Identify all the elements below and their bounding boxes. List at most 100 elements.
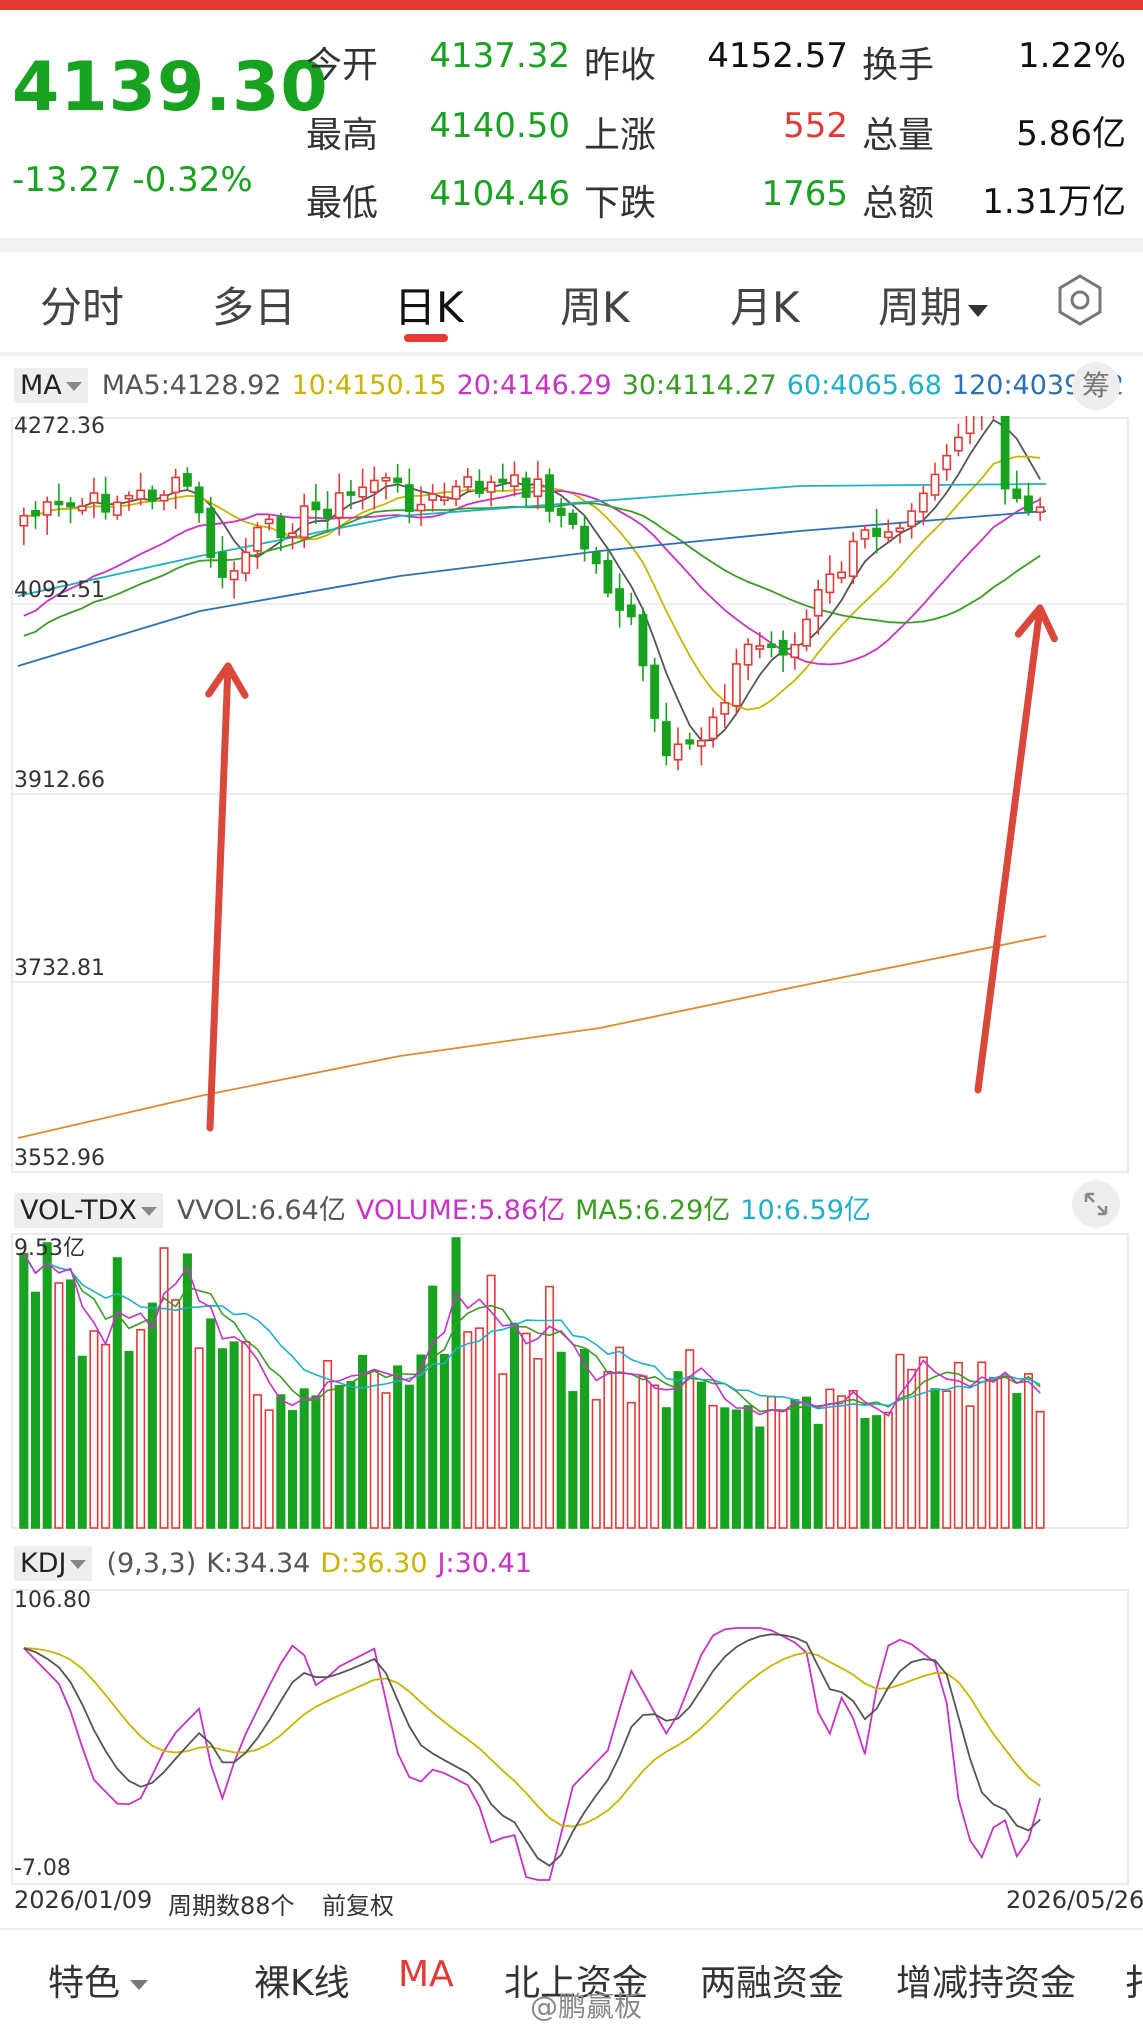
candle-body (428, 493, 438, 501)
volume-bar (743, 1405, 753, 1529)
volume-bar (720, 1407, 730, 1529)
quote-value: 4137.32 (429, 36, 570, 76)
candle-body (673, 743, 683, 761)
volume-bar (287, 1410, 298, 1529)
feature-menu[interactable]: 特色 (48, 1954, 149, 2006)
volume-chart[interactable] (0, 1232, 1143, 1532)
volume-bar (568, 1391, 578, 1529)
volume-bar (556, 1351, 566, 1529)
price-change: -13.27 -0.32% (12, 160, 253, 200)
kdj-d-line (23, 1647, 1041, 1828)
candlestick-chart[interactable] (0, 416, 1143, 1176)
vol-selector[interactable]: VOL-TDX (14, 1193, 163, 1228)
candle-body (778, 639, 788, 656)
candle-body (323, 508, 332, 519)
volume-bar (311, 1395, 321, 1529)
chevron-down-icon (968, 304, 989, 317)
candle-body (1024, 495, 1033, 512)
volume-bar (883, 1411, 893, 1529)
candle-body (848, 540, 858, 578)
ma250-line (17, 935, 1047, 1139)
volume-bar (393, 1365, 403, 1529)
tab-period[interactable]: 周期 (878, 274, 989, 335)
tab-intraday[interactable]: 分时 (40, 274, 124, 335)
chevron-down-icon (70, 1560, 87, 1569)
candle-body (568, 512, 578, 525)
quote-value: 5.86亿 (1016, 114, 1126, 154)
volume-bar (1012, 1393, 1022, 1529)
volume-bar (451, 1237, 461, 1529)
volume-bar (591, 1398, 601, 1529)
chevron-down-icon (140, 1207, 157, 1216)
volume-bar (895, 1353, 905, 1529)
volume-bar (790, 1399, 800, 1529)
quote-header: 4139.30 -13.27 -0.32% 今开 4137.32 昨收 4152.57… (0, 10, 1143, 238)
candle-body (264, 518, 274, 525)
candle-body (498, 478, 508, 484)
vol-legend: VOL-TDX VVOL:6.64亿 VOLUME:5.86亿 MA5:6.29亿 10… (14, 1188, 881, 1228)
naked-k-button[interactable]: 裸K线 (254, 1954, 350, 2006)
candle-body (66, 502, 75, 508)
candle-body (369, 479, 379, 494)
legend-value: 60:4065.68 (786, 370, 942, 401)
more-tab-button[interactable]: 扌 (1124, 1954, 1143, 2006)
volume-bar (369, 1370, 379, 1529)
volume-bar (731, 1409, 741, 1529)
tab-daily-k[interactable]: 日K (394, 274, 464, 335)
expand-icon[interactable] (1072, 1180, 1120, 1228)
volume-bar (872, 1415, 882, 1529)
chip-distribution-button[interactable]: 筹 (1072, 362, 1120, 410)
volume-bar (124, 1350, 134, 1529)
tab-multiday[interactable]: 多日 (212, 274, 296, 335)
quote-label: 下跌 (584, 183, 657, 224)
kdj-selector[interactable]: KDJ (14, 1546, 93, 1581)
candle-body (147, 489, 157, 502)
candle-body (743, 643, 753, 666)
candle-body (696, 739, 706, 747)
vol-values: VVOL:6.64亿 VOLUME:5.86亿 MA5:6.29亿 10:6.59亿 (177, 1195, 881, 1226)
top-accent-bar (0, 0, 1143, 10)
quote-value: 1.31万亿 (982, 182, 1126, 222)
volume-bar (603, 1370, 613, 1529)
ma-selector[interactable]: MA (14, 368, 88, 403)
candle-body (42, 501, 52, 516)
candle-body (685, 739, 695, 745)
kdj-chart[interactable] (0, 1588, 1143, 1888)
ma-button[interactable]: MA (398, 1954, 454, 1995)
volume-bar (89, 1330, 99, 1529)
watermark: @鹏赢板 (530, 1990, 643, 2023)
quote-label: 上涨 (584, 115, 657, 156)
volume-bar (626, 1401, 636, 1529)
volume-bar (101, 1343, 111, 1529)
volume-bar (42, 1242, 52, 1529)
candle-body (837, 571, 846, 579)
volume-bar (30, 1291, 41, 1529)
tab-monthly-k[interactable]: 月K (730, 274, 800, 335)
legend-value: 20:4146.29 (456, 370, 612, 401)
tab-weekly-k[interactable]: 周K (560, 274, 630, 335)
period-tabs: 分时 多日 日K 周K 月K 周期 (0, 252, 1143, 352)
quote-value: 1.22% (1017, 36, 1126, 76)
quote-label: 今开 (306, 45, 379, 86)
quote-label: 总额 (862, 183, 935, 224)
candle-body (451, 485, 461, 500)
quote-value: 4140.50 (429, 106, 570, 146)
holding-change-button[interactable]: 增减持资金 (896, 1954, 1076, 2006)
candle-body (533, 478, 543, 498)
legend-value: MA5:6.29亿 (575, 1195, 731, 1226)
margin-funds-button[interactable]: 两融资金 (700, 1954, 844, 2006)
candle-body (416, 503, 426, 512)
legend-value: J:30.41 (437, 1548, 532, 1579)
kdj-axis-label: -7.08 (14, 1856, 71, 1881)
volume-bar (696, 1381, 706, 1529)
kdj-values: (9,3,3) K:34.34 D:36.30 J:30.41 (106, 1548, 541, 1579)
candle-body (486, 481, 496, 493)
quote-label: 最高 (306, 115, 379, 156)
volume-bar (439, 1353, 449, 1529)
volume-bar (136, 1328, 146, 1529)
quote-value: 552 (783, 106, 848, 146)
settings-icon[interactable] (1052, 272, 1108, 328)
volume-bar (241, 1341, 251, 1529)
candle-body (299, 505, 309, 539)
active-tab-indicator (404, 334, 448, 342)
